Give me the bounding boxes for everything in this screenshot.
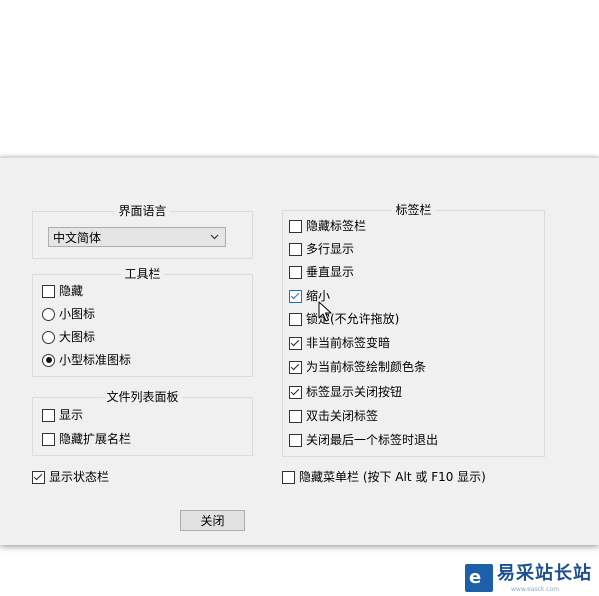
checkbox-checked[interactable] xyxy=(32,470,45,484)
show-status-bar-label: 显示状态栏 xyxy=(49,470,110,484)
toolbar-large-icons-option[interactable]: 大图标 xyxy=(42,328,95,346)
show-status-bar-option[interactable]: 显示状态栏 xyxy=(32,468,109,486)
tab-option-multi-line[interactable]: 多行显示 xyxy=(289,240,354,258)
toolbar-small-standard-icons-option[interactable]: 小型标准图标 xyxy=(42,351,131,369)
toolbar-small-standard-icons-label: 小型标准图标 xyxy=(59,353,132,367)
tab-option-label: 垂直显示 xyxy=(306,265,355,279)
hide-menu-bar-option[interactable]: 隐藏菜单栏 (按下 Alt 或 F10 显示) xyxy=(282,468,486,486)
language-select-value: 中文简体 xyxy=(53,230,102,245)
tab-option-label: 关闭最后一个标签时退出 xyxy=(306,433,439,447)
radio-button-selected[interactable] xyxy=(42,353,55,367)
radio-button[interactable] xyxy=(42,307,55,321)
toolbar-small-icons-label: 小图标 xyxy=(59,307,96,321)
tab-option-close-button[interactable]: 标签显示关闭按钮 xyxy=(289,383,402,401)
file-list-hide-ext-option[interactable]: 隐藏扩展名栏 xyxy=(42,430,131,448)
language-group-title: 界面语言 xyxy=(118,204,167,218)
tab-option-label: 双击关闭标签 xyxy=(306,409,379,423)
checkbox[interactable] xyxy=(289,312,302,326)
tab-option-exit-on-last-close[interactable]: 关闭最后一个标签时退出 xyxy=(289,431,438,449)
close-button[interactable]: 关闭 xyxy=(180,510,245,531)
tab-option-vertical[interactable]: 垂直显示 xyxy=(289,263,354,281)
hide-menu-bar-label: 隐藏菜单栏 (按下 Alt 或 F10 显示) xyxy=(299,470,486,484)
tab-option-label: 标签显示关闭按钮 xyxy=(306,385,403,399)
tab-bar-group-title: 标签栏 xyxy=(395,203,432,217)
tab-option-color-bar[interactable]: 为当前标签绘制颜色条 xyxy=(289,358,426,376)
checkbox-checked[interactable] xyxy=(289,336,302,350)
close-button-label: 关闭 xyxy=(200,514,225,528)
file-list-show-label: 显示 xyxy=(59,408,84,422)
checkbox[interactable] xyxy=(42,432,55,446)
checkbox[interactable] xyxy=(282,470,295,484)
toolbar-hide-label: 隐藏 xyxy=(59,284,84,298)
checkbox[interactable] xyxy=(42,408,55,422)
radio-button[interactable] xyxy=(42,330,55,344)
file-list-show-option[interactable]: 显示 xyxy=(42,406,83,424)
tab-option-lock[interactable]: 锁定(不允许拖放) xyxy=(289,310,399,328)
checkbox[interactable] xyxy=(289,409,302,423)
watermark-subtext: www.easck.com xyxy=(511,586,560,593)
checkbox[interactable] xyxy=(42,284,55,298)
language-select[interactable]: 中文简体 xyxy=(48,227,226,247)
checkbox[interactable] xyxy=(289,242,302,256)
tab-option-double-click-close[interactable]: 双击关闭标签 xyxy=(289,407,378,425)
watermark: e 易采站长站 www.easck.com xyxy=(461,560,599,596)
toolbar-group-title: 工具栏 xyxy=(124,267,161,281)
tab-option-label: 隐藏标签栏 xyxy=(306,219,367,233)
chevron-down-icon xyxy=(210,234,219,240)
checkbox-checked[interactable] xyxy=(289,385,302,399)
checkbox[interactable] xyxy=(289,219,302,233)
mouse-cursor-icon xyxy=(318,301,332,322)
tab-option-label: 多行显示 xyxy=(306,242,355,256)
file-list-group-title: 文件列表面板 xyxy=(106,390,179,404)
file-list-hide-ext-label: 隐藏扩展名栏 xyxy=(59,432,132,446)
tab-option-dim-inactive[interactable]: 非当前标签变暗 xyxy=(289,334,390,352)
checkbox-checked[interactable] xyxy=(289,360,302,374)
watermark-text: 易采站长站 xyxy=(497,563,592,584)
toolbar-large-icons-label: 大图标 xyxy=(59,330,96,344)
toolbar-hide-option[interactable]: 隐藏 xyxy=(42,282,83,300)
checkbox[interactable] xyxy=(289,265,302,279)
checkbox-checked[interactable] xyxy=(289,289,302,303)
checkbox[interactable] xyxy=(289,433,302,447)
watermark-logo-icon: e xyxy=(465,564,493,592)
toolbar-small-icons-option[interactable]: 小图标 xyxy=(42,305,95,323)
tab-option-label: 为当前标签绘制颜色条 xyxy=(306,360,427,374)
tab-option-label: 非当前标签变暗 xyxy=(306,336,391,350)
watermark-logo-glyph: e xyxy=(469,567,482,588)
tab-option-hide-tab-bar[interactable]: 隐藏标签栏 xyxy=(289,217,366,235)
